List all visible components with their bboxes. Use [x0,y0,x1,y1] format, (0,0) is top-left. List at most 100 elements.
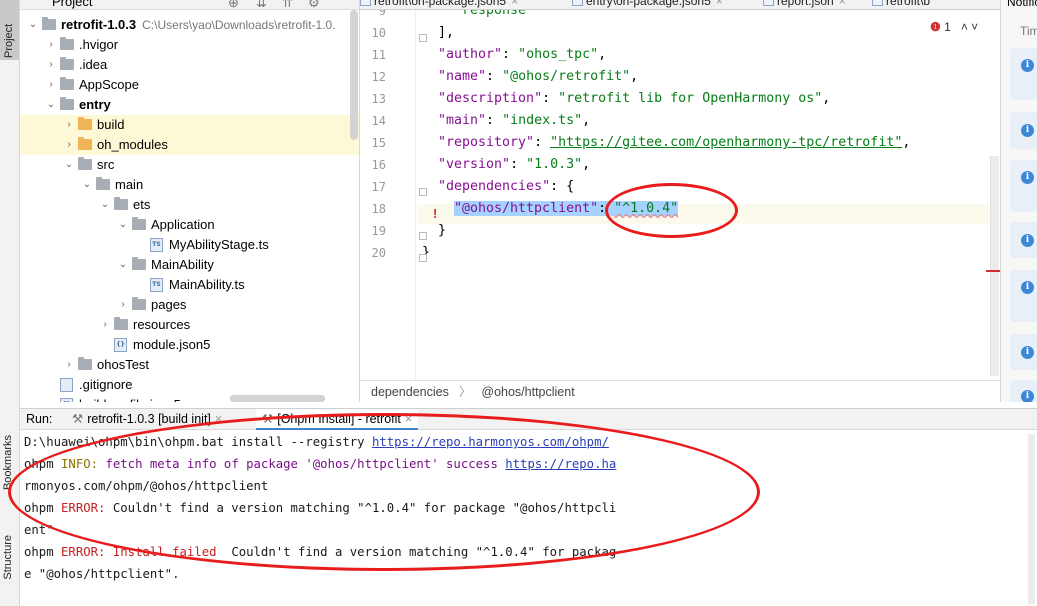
fold-icon[interactable] [419,188,427,196]
chevron-right-icon[interactable]: › [64,115,74,135]
close-icon[interactable]: × [215,412,222,426]
folder-icon [132,297,146,310]
chevron-right-icon[interactable]: › [46,55,56,75]
breadcrumb-item[interactable]: dependencies [371,385,449,399]
notifications-time-header: Tim [1020,24,1037,38]
run-tab-ohpm-install[interactable]: ⚒ [Ohpm Install] - retrofit × [256,409,419,430]
notifications-panel: Notifications Tim i i i i i i i [1000,0,1037,402]
tree-item-label: Application [151,217,215,232]
expand-all-icon[interactable]: ⇈ [282,0,293,9]
package-link-cont[interactable]: rmonyos.com/ohpm/@ohos/httpclient [24,479,268,493]
collapse-all-icon[interactable]: ⇊ [256,0,267,9]
tree-item[interactable]: › .idea [20,55,359,75]
notification-card[interactable]: i [1010,270,1037,322]
fold-icon[interactable] [419,34,427,42]
chevron-right-icon[interactable]: › [46,75,56,95]
chevron-right-icon[interactable]: › [64,355,74,375]
locate-icon[interactable]: ⊕ [228,0,239,9]
run-console[interactable]: D:\huawei\ohpm\bin\ohpm.bat install --re… [20,430,1037,606]
tree-item[interactable]: .gitignore [20,375,359,395]
editor-scrollbar[interactable] [990,156,999,376]
tree-item[interactable]: › oh_modules [20,135,359,155]
notification-card[interactable]: i [1010,334,1037,370]
run-tab-build-init[interactable]: ⚒ retrofit-1.0.3 [build init] × [66,409,228,430]
notifications-title: Notifications [1007,0,1037,9]
tree-item[interactable]: ⌄ entry [20,95,359,115]
tree-item[interactable]: {} module.json5 [20,335,359,355]
tree-item[interactable]: TS MainAbility.ts [20,275,359,295]
tab-label: report.json [777,0,834,8]
project-tool-tab[interactable]: Project [0,0,19,60]
tree-item-root[interactable]: ⌄ retrofit-1.0.3 C:\Users\yao\Downloads\re… [20,15,359,35]
project-tree-hscrollbar[interactable] [230,395,325,402]
code-token: "response" [454,10,535,18]
project-panel-title[interactable]: Project [52,0,92,9]
chevron-down-icon[interactable]: ⌄ [100,195,110,215]
tab-retrofit-b[interactable]: retrofit\b [872,0,930,8]
inspection-widget[interactable]: ❶ 1 ˄ ˅ [930,20,978,34]
notification-card[interactable]: i [1010,160,1037,212]
settings-icon[interactable]: ⚙ [308,0,320,9]
error-count-icon: ❶ [930,20,941,34]
console-scrollbar[interactable] [1028,434,1035,604]
tree-item[interactable]: TS MyAbilityStage.ts [20,235,359,255]
close-icon[interactable]: × [405,412,412,426]
tree-item[interactable]: › pages [20,295,359,315]
chevron-down-icon[interactable]: ⌄ [46,95,56,115]
chevron-down-icon[interactable]: ⌄ [64,155,74,175]
tab-retrofit-oh-package[interactable]: retrofit\oh-package.json5 × [360,0,518,8]
tree-item[interactable]: ⌄ Application [20,215,359,235]
close-icon[interactable]: × [716,0,723,8]
project-tree-scrollbar[interactable] [350,10,358,140]
console-line: ohpm INFO: fetch meta info of package '@… [24,457,616,471]
bookmarks-tool-tab[interactable]: Bookmarks [2,435,14,490]
chevron-right-icon[interactable]: › [100,315,110,335]
fold-icon[interactable] [419,232,427,240]
chevron-down-icon[interactable]: ⌄ [118,215,128,235]
notification-card[interactable]: i [1010,112,1037,149]
chevron-right-icon[interactable]: › [118,295,128,315]
structure-tool-tab[interactable]: Structure [2,535,14,580]
navigate-arrows[interactable]: ˄ ˅ [961,20,978,34]
tab-report-json[interactable]: report.json × [763,0,846,8]
fold-icon[interactable] [419,254,427,262]
tree-item[interactable]: › build [20,115,359,135]
error-bulb-icon[interactable]: ! [433,206,437,221]
close-icon[interactable]: × [511,0,518,8]
chevron-down-icon[interactable]: ⌄ [28,15,38,35]
console-line: D:\huawei\ohpm\bin\ohpm.bat install --re… [24,435,609,449]
code-line: ], [438,25,454,40]
code-line: "name": "@ohos/retrofit", [438,69,638,84]
chevron-down-icon[interactable]: ⌄ [82,175,92,195]
package-link[interactable]: https://repo.ha [505,457,616,471]
chevron-down-icon[interactable]: ⌄ [118,255,128,275]
tree-item[interactable]: › AppScope [20,75,359,95]
json-file-icon [572,0,583,6]
hammer-icon: ⚒ [72,412,84,426]
tree-item[interactable]: ⌄ MainAbility [20,255,359,275]
error-count: 1 [944,20,951,34]
breadcrumb-item[interactable]: @ohos/httpclient [481,385,574,399]
info-icon: i [1021,171,1034,184]
folder-icon [78,357,92,370]
registry-link[interactable]: https://repo.harmonyos.com/ohpm/ [372,435,609,449]
tree-item-label: oh_modules [97,137,168,152]
tree-item[interactable]: › resources [20,315,359,335]
tab-entry-oh-package[interactable]: entry\oh-package.json5 × [572,0,723,8]
notification-card[interactable]: i [1010,48,1037,100]
close-icon[interactable]: × [839,0,846,8]
tree-item[interactable]: ⌄ main [20,175,359,195]
tree-item[interactable]: ⌄ src [20,155,359,175]
notification-card[interactable]: i [1010,380,1037,402]
code-editor[interactable]: 9 "response" 10], 11 "author": "ohos_tpc", 12… [360,10,1000,380]
notification-card[interactable]: i [1010,222,1037,258]
console-text: Couldn't find a version matching "^1.0.4… [105,501,617,515]
breadcrumb-separator: 〉 [458,385,472,399]
tree-item[interactable]: › ohosTest [20,355,359,375]
info-icon: i [1021,390,1034,402]
error-stripe-mark[interactable] [986,270,1000,272]
chevron-right-icon[interactable]: › [64,135,74,155]
chevron-right-icon[interactable]: › [46,35,56,55]
tree-item[interactable]: ⌄ ets [20,195,359,215]
tree-item[interactable]: › .hvigor [20,35,359,55]
